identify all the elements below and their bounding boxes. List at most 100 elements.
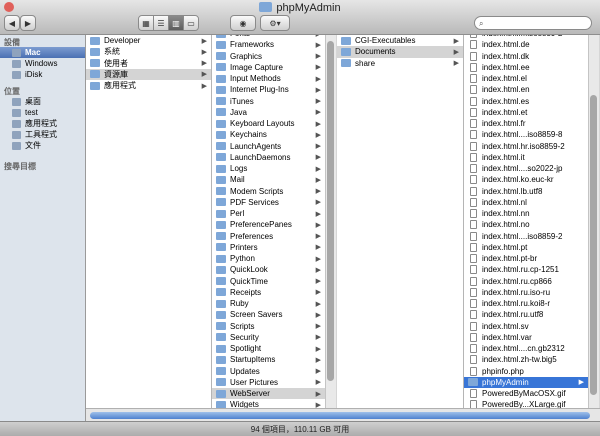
list-item[interactable]: CGI-Executables ▶ — [337, 35, 463, 46]
list-item[interactable]: Keychains ▶ — [212, 129, 325, 140]
file-icon — [470, 321, 477, 331]
list-item[interactable]: Scripts ▶ — [212, 321, 325, 332]
list-item[interactable]: Keyboard Layouts ▶ — [212, 118, 325, 129]
coverflow-view-button[interactable]: ▭ — [184, 16, 198, 30]
folder-icon — [90, 81, 100, 90]
list-item[interactable]: User Pictures ▶ — [212, 377, 325, 388]
list-item[interactable]: Developer ▶ — [86, 35, 211, 46]
sidebar-item-documents[interactable]: 文件 — [0, 140, 85, 151]
list-item[interactable]: index.html.ko.euc-kr — [464, 174, 588, 185]
list-item[interactable]: QuickLook ▶ — [212, 264, 325, 275]
list-item[interactable]: LaunchAgents ▶ — [212, 141, 325, 152]
list-item[interactable]: phpinfo.php — [464, 366, 588, 377]
list-item[interactable]: Ruby ▶ — [212, 298, 325, 309]
list-item[interactable]: StartupItems ▶ — [212, 354, 325, 365]
list-item[interactable]: Internet Plug-Ins ▶ — [212, 84, 325, 95]
list-item[interactable]: index.html.sv — [464, 321, 588, 332]
list-item[interactable]: PoweredByMacOSX.gif — [464, 388, 588, 399]
list-item[interactable]: index.html.en — [464, 84, 588, 95]
list-item[interactable]: Java ▶ — [212, 107, 325, 118]
list-item[interactable]: index.html.ru.koi8-r — [464, 298, 588, 309]
list-item[interactable]: index.html....so2022-jp — [464, 163, 588, 174]
list-item[interactable]: QuickTime ▶ — [212, 276, 325, 287]
list-item[interactable]: WebServer ▶ — [212, 388, 325, 400]
list-item[interactable]: index.html.ru.cp-1251 — [464, 264, 588, 275]
list-item[interactable]: index.html....iso8859-2 — [464, 231, 588, 242]
list-item[interactable]: phpMyAdmin ▶ — [464, 376, 588, 388]
scroll-thumb[interactable] — [590, 95, 597, 395]
list-item[interactable]: Graphics ▶ — [212, 51, 325, 62]
sidebar-item-idisk[interactable]: iDisk — [0, 69, 85, 80]
list-item[interactable]: index.html....iso8859-8 — [464, 129, 588, 140]
list-item[interactable]: index.html....cn.gb2312 — [464, 343, 588, 354]
list-item[interactable]: Image Capture ▶ — [212, 62, 325, 73]
list-item[interactable]: index.html.ru.iso-ru — [464, 287, 588, 298]
list-item[interactable]: index.html.pt-br — [464, 253, 588, 264]
sidebar-item-applications[interactable]: 應用程式 — [0, 118, 85, 129]
scroll-thumb[interactable] — [327, 41, 334, 381]
list-item[interactable]: index.html.de — [464, 39, 588, 50]
list-item[interactable]: Printers ▶ — [212, 242, 325, 253]
list-item[interactable]: Perl ▶ — [212, 208, 325, 219]
column-2-scrollbar[interactable] — [325, 35, 336, 408]
list-item[interactable]: index.html.zh-tw.big5 — [464, 354, 588, 365]
scroll-thumb[interactable] — [90, 412, 590, 419]
sidebar-item-utilities[interactable]: 工具程式 — [0, 129, 85, 140]
sidebar-item-desktop[interactable]: 桌面 — [0, 96, 85, 107]
list-item[interactable]: Security ▶ — [212, 332, 325, 343]
column-4-scrollbar[interactable] — [588, 35, 599, 408]
list-item[interactable]: Receipts ▶ — [212, 287, 325, 298]
list-item[interactable]: index.html.lb.utf8 — [464, 186, 588, 197]
list-item[interactable]: 應用程式 ▶ — [86, 80, 211, 91]
sidebar-item-mac[interactable]: Mac — [0, 47, 85, 58]
list-item[interactable]: index.html.el — [464, 73, 588, 84]
list-item[interactable]: index.html.nn — [464, 208, 588, 219]
list-item[interactable]: index.html.es — [464, 96, 588, 107]
list-item[interactable]: Python ▶ — [212, 253, 325, 264]
list-item[interactable]: Widgets ▶ — [212, 399, 325, 408]
list-item[interactable]: Modem Scripts ▶ — [212, 186, 325, 197]
forward-button[interactable]: ▶ — [20, 15, 36, 31]
list-item[interactable]: Screen Savers ▶ — [212, 309, 325, 320]
list-item[interactable]: PDF Services ▶ — [212, 197, 325, 208]
list-item[interactable]: index.html.ee — [464, 62, 588, 73]
icon-view-button[interactable]: ▦ — [139, 16, 154, 30]
list-item[interactable]: index.html.ru.cp866 — [464, 276, 588, 287]
list-item[interactable]: iTunes ▶ — [212, 96, 325, 107]
list-item[interactable]: 系統 ▶ — [86, 46, 211, 57]
column-view-button[interactable]: ▥ — [169, 16, 184, 30]
sidebar-item-windows[interactable]: Windows — [0, 58, 85, 69]
list-item[interactable]: index.html.dk — [464, 51, 588, 62]
list-item[interactable]: Updates ▶ — [212, 366, 325, 377]
list-item[interactable]: LaunchDaemons ▶ — [212, 152, 325, 163]
list-item[interactable]: index.html.it — [464, 152, 588, 163]
list-item[interactable]: Logs ▶ — [212, 163, 325, 174]
list-item[interactable]: index.html.var — [464, 332, 588, 343]
list-item[interactable]: index.html.fr — [464, 118, 588, 129]
list-item[interactable]: index.html.ru.utf8 — [464, 309, 588, 320]
quicklook-button[interactable]: ◉ — [230, 15, 256, 31]
list-item[interactable]: index.html.et — [464, 107, 588, 118]
list-item[interactable]: index.html.pt — [464, 242, 588, 253]
file-icon — [470, 344, 477, 354]
list-item[interactable]: index.html.hr.iso8859-2 — [464, 141, 588, 152]
list-item[interactable]: index.html.no — [464, 219, 588, 230]
list-item[interactable]: Input Methods ▶ — [212, 73, 325, 84]
list-item[interactable]: Preferences ▶ — [212, 231, 325, 242]
list-view-button[interactable]: ☰ — [154, 16, 169, 30]
action-gear-button[interactable]: ⚙▾ — [260, 15, 290, 31]
list-item[interactable]: index.html.nl — [464, 197, 588, 208]
list-item[interactable]: Mail ▶ — [212, 174, 325, 185]
list-item[interactable]: PreferencePanes ▶ — [212, 219, 325, 230]
horizontal-scrollbar[interactable] — [86, 408, 600, 422]
list-item[interactable]: 資源庫 ▶ — [86, 68, 211, 80]
list-item[interactable]: PoweredBy...XLarge.gif — [464, 399, 588, 408]
search-input[interactable]: ⌕ — [474, 16, 592, 30]
list-item[interactable]: Frameworks ▶ — [212, 39, 325, 50]
back-button[interactable]: ◀ — [4, 15, 20, 31]
list-item[interactable]: share ▶ — [337, 58, 463, 69]
list-item[interactable]: 使用者 ▶ — [86, 58, 211, 69]
sidebar-item-test[interactable]: test — [0, 107, 85, 118]
list-item[interactable]: Documents ▶ — [337, 46, 463, 58]
list-item[interactable]: Spotlight ▶ — [212, 343, 325, 354]
